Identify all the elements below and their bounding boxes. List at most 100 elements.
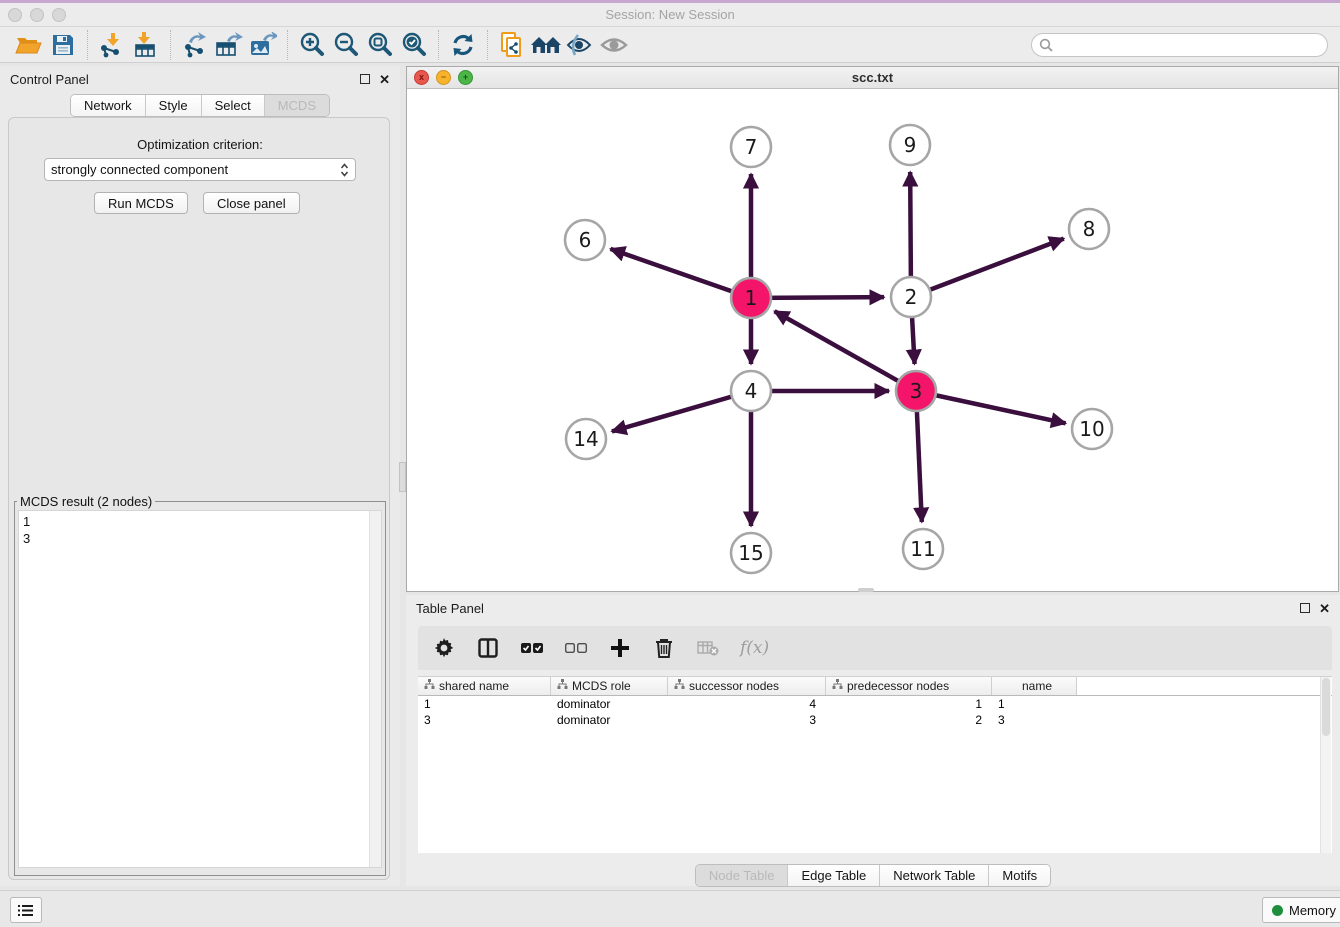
network-window-title: scc.txt <box>407 70 1338 85</box>
show-panel-eye-icon[interactable] <box>597 30 631 60</box>
edge-2-8[interactable] <box>911 239 1064 297</box>
hierarchy-icon <box>557 679 568 693</box>
column-header-successor-nodes[interactable]: successor nodes <box>668 677 826 695</box>
function-builder-icon[interactable]: f(x) <box>740 638 769 658</box>
network-window-titlebar[interactable]: x − + scc.txt <box>407 67 1338 89</box>
toolbar-separator <box>287 30 288 60</box>
cell-name[interactable]: 3 <box>992 713 1077 727</box>
resize-grip[interactable] <box>858 588 874 592</box>
hierarchy-icon <box>424 679 435 693</box>
status-bar <box>0 890 1340 927</box>
add-column-icon[interactable] <box>608 636 632 660</box>
edge-1-6[interactable] <box>610 249 751 298</box>
splitter-grip[interactable] <box>399 462 406 492</box>
mcds-result-textarea[interactable]: 1 3 <box>18 510 382 868</box>
select-all-icon[interactable] <box>520 636 544 660</box>
delete-table-icon[interactable] <box>696 636 720 660</box>
tab-network[interactable]: Network <box>71 95 146 116</box>
table-row[interactable]: 1dominator411 <box>418 696 1332 712</box>
cell-predecessor-nodes[interactable]: 1 <box>826 697 992 711</box>
cell-MCDS-role[interactable]: dominator <box>551 713 668 727</box>
control-panel-title: Control Panel <box>10 72 89 87</box>
run-mcds-button[interactable]: Run MCDS <box>94 192 188 214</box>
tab-network-table[interactable]: Network Table <box>880 865 989 886</box>
gear-icon[interactable] <box>432 636 456 660</box>
export-network-icon[interactable] <box>178 30 212 60</box>
trash-icon[interactable] <box>652 636 676 660</box>
node-6[interactable]: 6 <box>565 220 605 260</box>
toolbar-separator <box>438 30 439 60</box>
table-scrollbar[interactable] <box>1320 677 1331 853</box>
edge-3-1[interactable] <box>775 311 916 391</box>
column-label: predecessor nodes <box>847 679 949 693</box>
table-row[interactable]: 3dominator323 <box>418 712 1332 728</box>
node-2[interactable]: 2 <box>891 277 931 317</box>
tab-node-table[interactable]: Node Table <box>696 865 789 886</box>
float-panel-icon[interactable] <box>360 74 370 84</box>
search-input[interactable] <box>1053 35 1327 55</box>
zoom-out-icon[interactable] <box>329 30 363 60</box>
node-1[interactable]: 1 <box>731 278 771 318</box>
control-panel-header: Control Panel ✕ <box>0 66 400 92</box>
network-view-window: x − + scc.txt 7 9 6 8 1 2 4 3 14 10 15 11 <box>406 66 1339 592</box>
result-scrollbar[interactable] <box>369 511 381 867</box>
edge-3-10[interactable] <box>916 391 1066 423</box>
node-15[interactable]: 15 <box>731 533 771 573</box>
tab-select[interactable]: Select <box>202 95 265 116</box>
main-toolbar <box>0 27 1340 63</box>
cell-shared-name[interactable]: 1 <box>418 697 551 711</box>
node-9[interactable]: 9 <box>890 125 930 165</box>
cell-successor-nodes[interactable]: 4 <box>668 697 826 711</box>
cell-name[interactable]: 1 <box>992 697 1077 711</box>
close-panel-icon[interactable]: ✕ <box>379 73 390 86</box>
open-folder-icon[interactable] <box>12 30 46 60</box>
tab-edge-table[interactable]: Edge Table <box>788 865 880 886</box>
save-icon[interactable] <box>46 30 80 60</box>
home-icon[interactable] <box>529 30 563 60</box>
tab-motifs[interactable]: Motifs <box>989 865 1050 886</box>
hide-panel-eye-icon[interactable] <box>563 30 597 60</box>
import-table-icon[interactable] <box>129 30 163 60</box>
columns-icon[interactable] <box>476 636 500 660</box>
node-table[interactable]: shared name MCDS role successor nodes prede… <box>418 676 1332 853</box>
export-table-icon[interactable] <box>212 30 246 60</box>
column-header-predecessor-nodes[interactable]: predecessor nodes <box>826 677 992 695</box>
cell-MCDS-role[interactable]: dominator <box>551 697 668 711</box>
criterion-value: strongly connected component <box>51 162 228 177</box>
zoom-fit-icon[interactable] <box>363 30 397 60</box>
node-8[interactable]: 8 <box>1069 209 1109 249</box>
search-box[interactable] <box>1031 33 1328 57</box>
cell-predecessor-nodes[interactable]: 2 <box>826 713 992 727</box>
zoom-in-icon[interactable] <box>295 30 329 60</box>
network-canvas[interactable]: 7 9 6 8 1 2 4 3 14 10 15 11 <box>407 89 1338 592</box>
node-label: 11 <box>910 537 935 561</box>
zoom-selected-icon[interactable] <box>397 30 431 60</box>
cell-successor-nodes[interactable]: 3 <box>668 713 826 727</box>
close-panel-icon[interactable]: ✕ <box>1319 602 1330 615</box>
criterion-select[interactable]: strongly connected component <box>44 158 356 181</box>
export-image-icon[interactable] <box>246 30 280 60</box>
deselect-all-icon[interactable] <box>564 636 588 660</box>
memory-button[interactable]: Memory <box>1262 897 1340 923</box>
cell-shared-name[interactable]: 3 <box>418 713 551 727</box>
refresh-layout-icon[interactable] <box>446 30 480 60</box>
node-4[interactable]: 4 <box>731 371 771 411</box>
list-icon <box>18 904 34 917</box>
edge-4-14[interactable] <box>612 391 751 431</box>
node-14[interactable]: 14 <box>566 419 606 459</box>
column-label: MCDS role <box>572 679 631 693</box>
node-3[interactable]: 3 <box>896 371 936 411</box>
close-panel-button[interactable]: Close panel <box>203 192 300 214</box>
tab-style[interactable]: Style <box>146 95 202 116</box>
node-11[interactable]: 11 <box>903 529 943 569</box>
tab-mcds[interactable]: MCDS <box>265 95 329 116</box>
column-header-name[interactable]: name <box>992 677 1077 695</box>
node-7[interactable]: 7 <box>731 127 771 167</box>
column-header-MCDS-role[interactable]: MCDS role <box>551 677 668 695</box>
task-history-button[interactable] <box>10 897 42 923</box>
import-network-icon[interactable] <box>95 30 129 60</box>
node-10[interactable]: 10 <box>1072 409 1112 449</box>
copy-network-icon[interactable] <box>495 30 529 60</box>
column-header-shared-name[interactable]: shared name <box>418 677 551 695</box>
float-panel-icon[interactable] <box>1300 603 1310 613</box>
